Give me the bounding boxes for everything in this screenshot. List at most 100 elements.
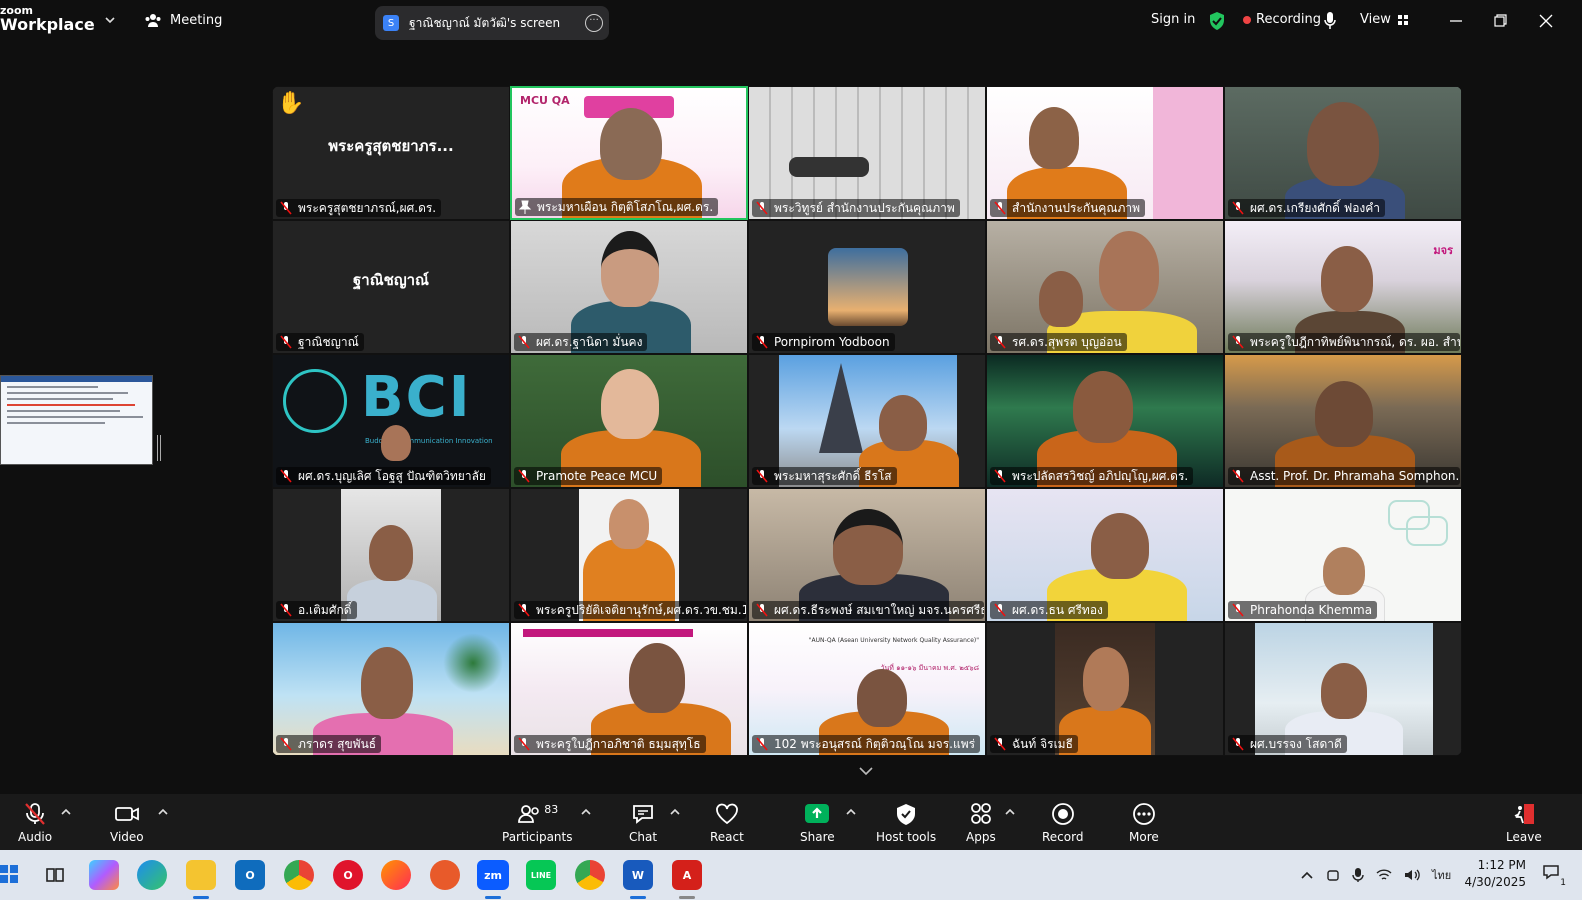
document-line: [7, 416, 143, 418]
record-button[interactable]: Record: [1042, 802, 1083, 844]
muted-mic-icon: [1232, 603, 1244, 617]
participant-name: Phrahonda Khemma: [1250, 603, 1373, 617]
participant-tile[interactable]: ฉันท์ จิรเมธี: [986, 622, 1224, 756]
leave-button[interactable]: Leave: [1506, 802, 1542, 844]
participant-tile[interactable]: พระครูใบฎีกาอภิชาติ ธมฺมสุทฺโธ: [510, 622, 748, 756]
muted-mic-icon: [756, 469, 768, 483]
chevron-down-icon[interactable]: [103, 13, 117, 27]
apps-icon: [970, 803, 991, 824]
opera-icon[interactable]: O: [333, 860, 363, 890]
notification-center[interactable]: 1: [1542, 864, 1566, 888]
participant-name: Pornpirom Yodboon: [774, 335, 890, 349]
shared-screen-thumbnail[interactable]: [0, 375, 153, 465]
participant-tile[interactable]: ผศ.ดร.ธน ศรีทอง: [986, 488, 1224, 622]
apps-button[interactable]: Apps: [966, 802, 996, 844]
participant-tile[interactable]: ผศ.ดร.เกรียงศักดิ์ ฟองคำ: [1224, 86, 1462, 220]
task-view-icon[interactable]: [40, 860, 70, 890]
name-label: Pornpirom Yodboon: [752, 333, 895, 351]
minimize-icon[interactable]: [1446, 12, 1466, 30]
participant-tile[interactable]: ผศ.บรรจง โสดาดี: [1224, 622, 1462, 756]
participant-tile[interactable]: Phrahonda Khemma: [1224, 488, 1462, 622]
meet-now-icon[interactable]: [1326, 868, 1340, 882]
chevron-up-icon[interactable]: [669, 806, 681, 818]
face-graphic: [1321, 246, 1373, 312]
name-label: ผศ.ดร.ธน ศรีทอง: [990, 601, 1108, 619]
participant-tile[interactable]: พระวิทูรย์ สำนักงานประกันคุณภาพ: [748, 86, 986, 220]
chat-button[interactable]: Chat: [629, 802, 657, 844]
participant-name: ผศ.ดร.ธน ศรีทอง: [1012, 602, 1103, 617]
acrobat-icon[interactable]: A: [672, 860, 702, 890]
muted-mic-icon: [280, 201, 292, 215]
chevron-up-icon[interactable]: [1004, 806, 1016, 818]
input-language[interactable]: ไทย: [1432, 866, 1451, 884]
participant-tile[interactable]: สำนักงานประกันคุณภาพ: [986, 86, 1224, 220]
chevron-down-icon[interactable]: [858, 765, 874, 777]
participant-tile[interactable]: Asst. Prof. Dr. Phramaha Somphon...: [1224, 354, 1462, 488]
participant-tile[interactable]: ฐาณิชญาณ์ ฐาณิชญาณ์: [272, 220, 510, 354]
copilot-icon[interactable]: [89, 860, 119, 890]
participant-tile[interactable]: "AUN-QA (Asean University Network Qualit…: [748, 622, 986, 756]
participant-tile[interactable]: ✋ พระครูสุตชยาภร... พระครูสุตชยาภรณ์,ผศ.…: [272, 86, 510, 220]
muted-mic-icon: [518, 603, 530, 617]
participant-tile[interactable]: รศ.ดร.สุพรต บุญอ่อน: [986, 220, 1224, 354]
document-line: [7, 410, 121, 412]
video-button[interactable]: Video: [110, 802, 144, 844]
audio-label: Audio: [18, 830, 53, 844]
wifi-icon[interactable]: [1376, 868, 1392, 882]
participants-button[interactable]: 83 Participants: [502, 802, 573, 844]
participant-tile[interactable]: BCI Buddhist Communication Innovation ผศ…: [272, 354, 510, 488]
restore-icon[interactable]: [1490, 12, 1510, 30]
participant-tile[interactable]: พระครูปริยัติเจติยานุรักษ์,ผศ.ดร.วข.ชม.1…: [510, 488, 748, 622]
grid-view-icon: [1397, 14, 1408, 25]
clock[interactable]: 1:12 PM 4/30/2025: [1464, 857, 1526, 891]
chrome-icon[interactable]: [284, 860, 314, 890]
chevron-up-icon[interactable]: [1300, 870, 1314, 880]
meeting-menu[interactable]: Meeting: [144, 12, 222, 28]
participant-tile[interactable]: Pornpirom Yodboon: [748, 220, 986, 354]
chevron-up-icon[interactable]: [580, 806, 592, 818]
participant-tile[interactable]: อ.เติมศักดิ์: [272, 488, 510, 622]
name-label: พระมหาสุระศักดิ์ ธีรโส: [752, 467, 897, 485]
react-button[interactable]: React: [710, 802, 744, 844]
recording-indicator[interactable]: Recording: [1243, 12, 1321, 27]
word-icon[interactable]: W: [623, 860, 653, 890]
banner-graphic: [1153, 87, 1223, 219]
chrome-alt-icon[interactable]: [575, 860, 605, 890]
view-menu[interactable]: View: [1360, 12, 1409, 27]
app-orange-icon[interactable]: [430, 860, 460, 890]
edge-icon[interactable]: [137, 860, 167, 890]
host-tools-button[interactable]: Host tools: [876, 802, 936, 844]
participant-tile[interactable]: พระปลัดสรวิชญ์ อภิปญฺโญ,ผศ.ดร.: [986, 354, 1224, 488]
sign-in-button[interactable]: Sign in: [1151, 12, 1195, 27]
close-icon[interactable]: [1536, 12, 1556, 30]
microphone-tray-icon[interactable]: [1352, 867, 1364, 883]
outlook-icon[interactable]: O: [235, 860, 265, 890]
participant-tile[interactable]: Pramote Peace MCU: [510, 354, 748, 488]
more-button[interactable]: More: [1129, 802, 1159, 844]
muted-mic-icon: [994, 469, 1006, 483]
audio-button[interactable]: Audio: [18, 802, 52, 844]
participant-tile[interactable]: ผศ.ดร.ฐานิดา มั่นคง: [510, 220, 748, 354]
more-options-icon[interactable]: ···: [585, 14, 603, 32]
chevron-up-icon[interactable]: [157, 806, 169, 818]
firefox-icon[interactable]: [381, 860, 411, 890]
share-button[interactable]: Share: [800, 802, 835, 844]
share-indicator[interactable]: S ฐาณิชญาณ์ มัตวัฒิ's screen ···: [375, 6, 609, 40]
participant-tile[interactable]: มจร พระครูใบฎีกาทิพย์พินากรณ์, ดร. ผอ. ส…: [1224, 220, 1462, 354]
name-label: ผศ.ดร.เกรียงศักดิ์ ฟองคำ: [1228, 199, 1386, 217]
microphone-icon[interactable]: [1323, 11, 1337, 31]
speaker-icon[interactable]: [1404, 868, 1420, 882]
chevron-up-icon[interactable]: [60, 806, 72, 818]
file-explorer-icon[interactable]: [186, 860, 216, 890]
chevron-up-icon[interactable]: [845, 806, 857, 818]
participant-tile[interactable]: พระมหาสุระศักดิ์ ธีรโส: [748, 354, 986, 488]
participant-tile-active-speaker[interactable]: MCU QA พระมหาเผือน กิตฺติโสภโณ,ผศ.ดร.: [510, 86, 748, 220]
participant-tile[interactable]: ผศ.ดร.ธีระพงษ์ สมเขาใหญ่ มจร.นครศรีธร...: [748, 488, 986, 622]
name-label: พระมหาเผือน กิตฺติโสภโณ,ผศ.ดร.: [515, 198, 719, 216]
participant-tile[interactable]: ภราดร สุขพันธ์: [272, 622, 510, 756]
windows-start-icon[interactable]: [0, 865, 18, 883]
shield-check-icon[interactable]: [1208, 11, 1226, 31]
resize-handle[interactable]: [157, 435, 161, 461]
line-icon[interactable]: LINE: [526, 860, 556, 890]
zoom-taskbar-icon[interactable]: zm: [477, 860, 509, 890]
